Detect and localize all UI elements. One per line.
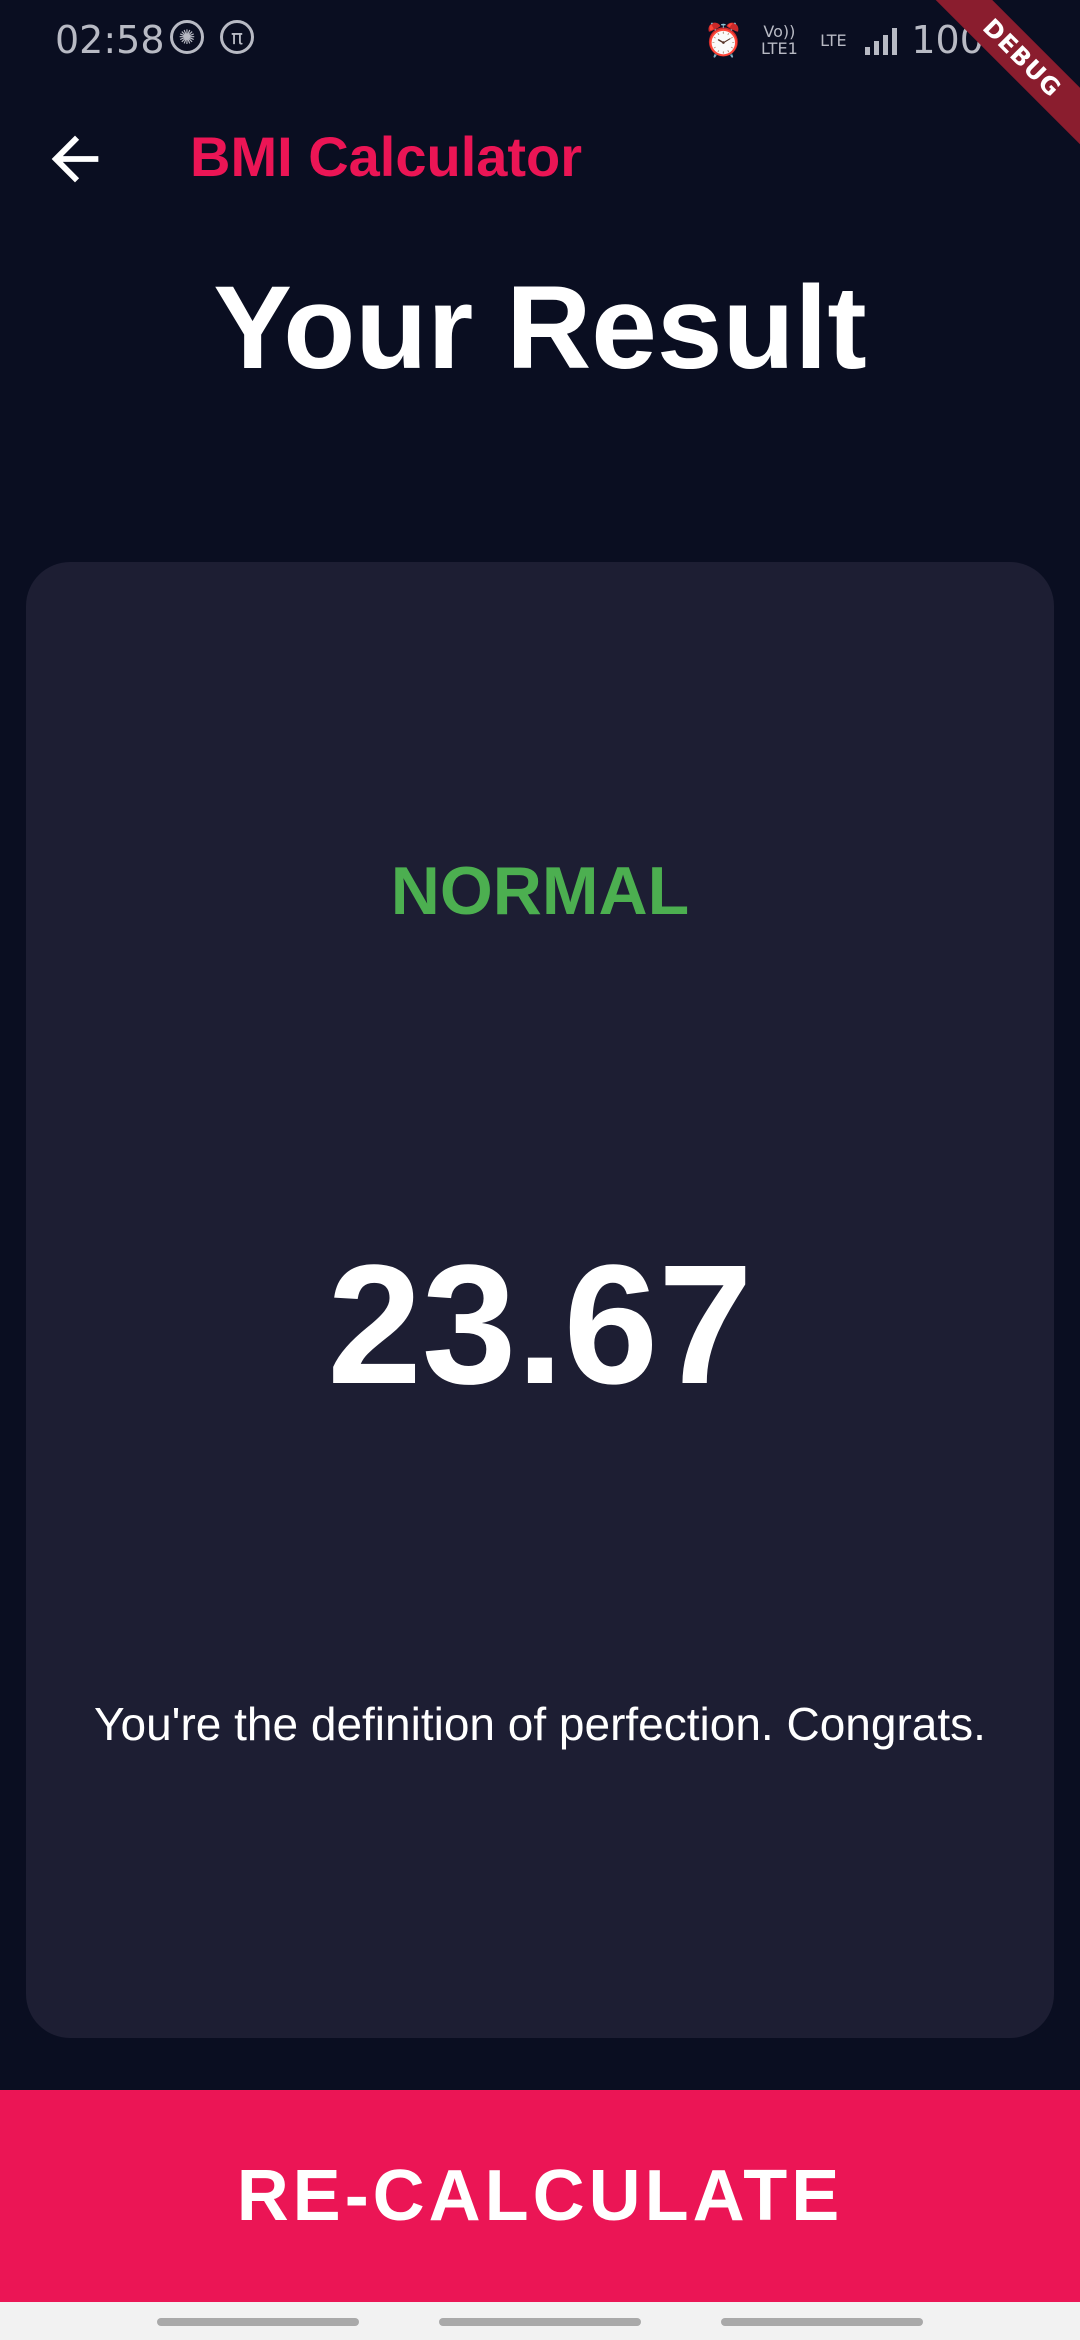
back-button[interactable] [40,124,110,194]
bmi-value: 23.67 [327,1230,753,1420]
bmi-category: NORMAL [390,853,690,929]
lte-icon: LTE [820,30,847,50]
nav-back-handle[interactable] [721,2318,923,2326]
result-message: You're the definition of perfection. Con… [94,1698,986,1750]
status-time: 02:58 [55,18,165,62]
volte-icon: Vo)) LTE1 [760,22,798,58]
system-nav-bar [0,2302,1080,2340]
nav-home-handle[interactable] [439,2318,641,2326]
recalculate-button[interactable]: RE-CALCULATE [0,2090,1080,2302]
status-bar: 02:58 ✺ π ⏰ Vo)) LTE1 LTE 100% DEBUG [0,0,1080,150]
pi-icon: π [220,20,254,54]
page-title: Your Result [213,262,867,394]
back-arrow-icon [51,135,99,183]
alarm-icon: ⏰ [703,21,744,59]
nav-recents-handle[interactable] [157,2318,359,2326]
result-card: NORMAL 23.67 You're the definition of pe… [26,562,1054,2038]
app-bar: BMI Calculator [0,84,1080,232]
signal-icon [865,25,898,55]
bmi-result-screen: 02:58 ✺ π ⏰ Vo)) LTE1 LTE 100% DEBUG BMI… [0,0,1080,2340]
aperture-icon: ✺ [170,20,204,54]
app-title: BMI Calculator [190,125,583,188]
